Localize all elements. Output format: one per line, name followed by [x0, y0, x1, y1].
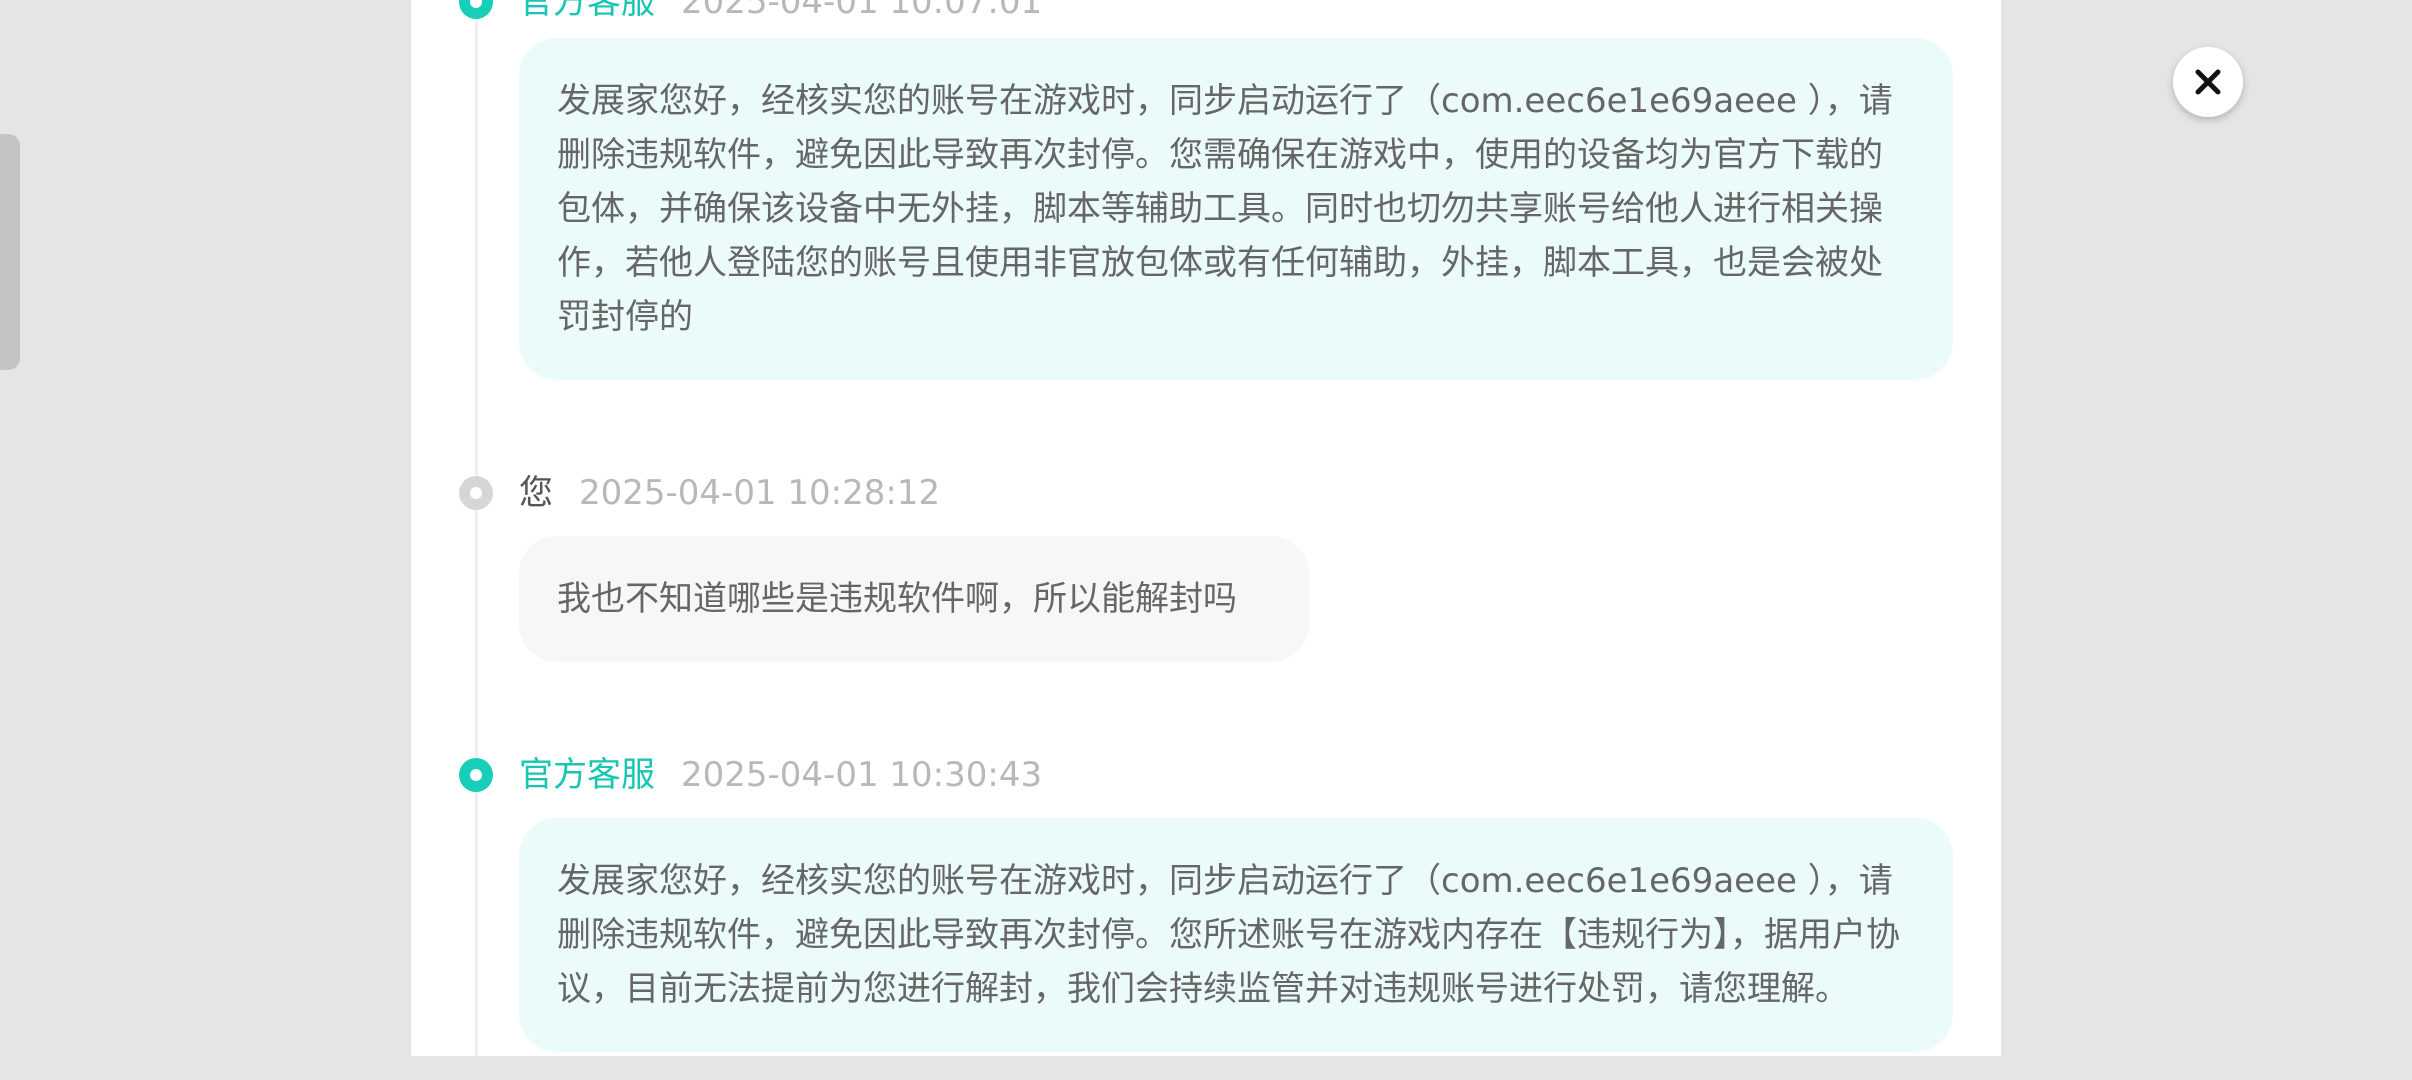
- message-bubble: 我也不知道哪些是违规软件啊，所以能解封吗: [519, 536, 1309, 662]
- screen: 官方客服 2025-04-01 10:07:01 发展家您好，经核实您的账号在游…: [0, 0, 2412, 1080]
- message-bubble: 发展家您好，经核实您的账号在游戏时，同步启动运行了（com.eec6e1e69a…: [519, 38, 1953, 380]
- message-timestamp: 2025-04-01 10:07:01: [681, 0, 1043, 22]
- message-timestamp: 2025-04-01 10:28:12: [579, 473, 941, 513]
- conversation-panel[interactable]: 官方客服 2025-04-01 10:07:01 发展家您好，经核实您的账号在游…: [411, 0, 2001, 1056]
- timeline-dot-icon: [459, 0, 493, 19]
- sender-name: 您: [519, 473, 553, 513]
- sender-name: 官方客服: [519, 755, 655, 795]
- message-header: 官方客服 2025-04-01 10:07:01: [459, 0, 1042, 22]
- timeline-dot-icon: [459, 476, 493, 510]
- timeline-dot-icon: [459, 758, 493, 792]
- message-bubble: 发展家您好，经核实您的账号在游戏时，同步启动运行了（com.eec6e1e69a…: [519, 818, 1953, 1052]
- message-timestamp: 2025-04-01 10:30:43: [681, 755, 1043, 795]
- message-header: 您 2025-04-01 10:28:12: [459, 473, 940, 513]
- sender-name: 官方客服: [519, 0, 655, 22]
- close-icon: [2195, 69, 2221, 95]
- close-button[interactable]: [2173, 47, 2243, 117]
- message-header: 官方客服 2025-04-01 10:30:43: [459, 755, 1042, 795]
- timeline-line: [475, 0, 478, 1056]
- side-drawer-handle[interactable]: [0, 134, 20, 370]
